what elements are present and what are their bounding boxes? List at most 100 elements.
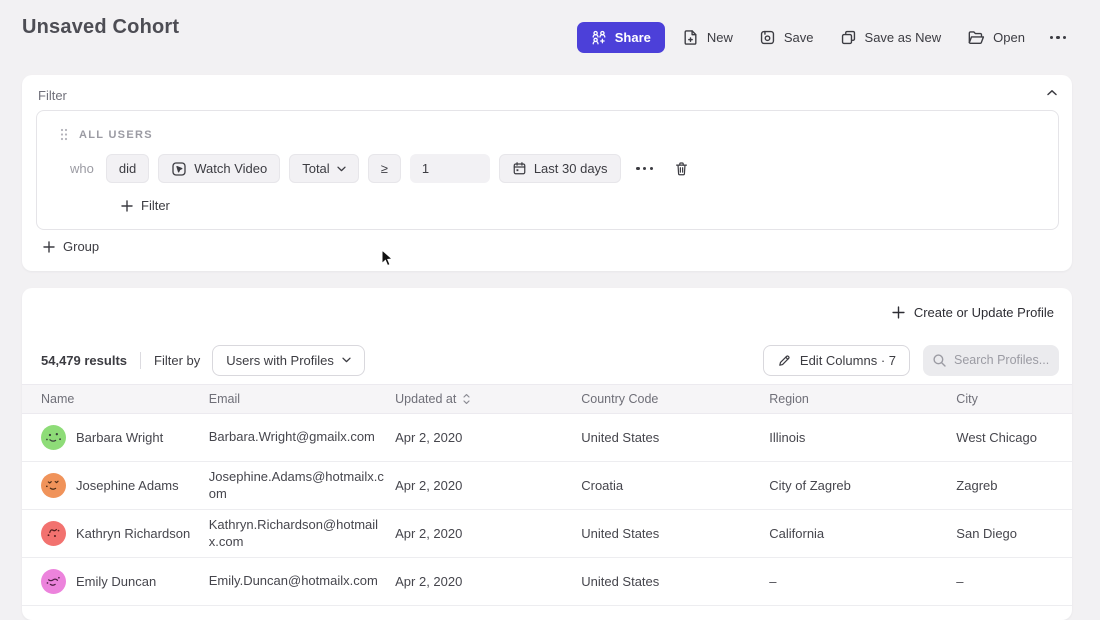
search-icon [932,353,947,368]
table-row[interactable]: Barbara Wright Barbara.Wright@gmailx.com… [22,414,1072,462]
profile-city: Zagreb [956,478,1072,493]
did-selector[interactable]: did [106,154,149,183]
edit-columns-button[interactable]: Edit Columns · 7 [763,345,910,376]
open-button[interactable]: Open [958,22,1034,53]
save-as-new-button-label: Save as New [865,30,942,45]
collapse-chevron-up-icon[interactable] [1046,89,1058,97]
profile-updated-at: Apr 2, 2020 [395,430,581,445]
plus-icon [43,241,55,253]
column-header-country-code[interactable]: Country Code [581,392,769,406]
table-row[interactable]: Emily Duncan Emily.Duncan@hotmailx.com A… [22,558,1072,606]
page-title: Unsaved Cohort [22,16,179,39]
group-header-label: ALL USERS [79,129,153,141]
profile-region: California [769,526,956,541]
date-range-selector[interactable]: Last 30 days [499,154,621,183]
operator-label: ≥ [381,161,388,176]
delete-filter-button[interactable] [669,154,694,183]
event-selector[interactable]: Watch Video [158,154,280,183]
profile-updated-at: Apr 2, 2020 [395,574,581,589]
create-or-update-profile-label: Create or Update Profile [914,305,1054,320]
column-header-name[interactable]: Name [22,392,209,406]
add-filter-label: Filter [141,198,170,213]
create-or-update-profile-button[interactable]: Create or Update Profile [892,305,1054,320]
plus-icon [892,306,905,319]
calendar-icon [512,161,527,176]
new-file-icon [682,29,699,46]
new-button-label: New [707,30,733,45]
profile-region: Illinois [769,430,956,445]
sort-icon[interactable] [462,393,471,405]
profile-country-code: United States [581,574,769,589]
did-label: did [119,161,136,176]
profile-name: Emily Duncan [76,574,156,589]
save-button-label: Save [784,30,814,45]
date-range-label: Last 30 days [534,161,608,176]
add-group-button[interactable]: Group [43,239,99,254]
more-options-button[interactable] [1042,22,1074,53]
profile-name: Kathryn Richardson [76,526,190,541]
profiles-toolbar: 54,479 results Filter by Users with Prof… [22,336,1072,384]
save-as-new-button[interactable]: Save as New [831,22,951,53]
profile-city: San Diego [956,526,1072,541]
filter-panel-title: Filter [38,88,67,103]
divider [140,352,141,369]
operator-selector[interactable]: ≥ [368,154,401,183]
save-button[interactable]: Save [750,22,823,53]
threshold-value-input[interactable] [410,154,490,183]
profile-updated-at: Apr 2, 2020 [395,478,581,493]
save-icon [759,29,776,46]
profile-email: Barbara.Wright@gmailx.com [209,429,395,446]
edit-columns-label: Edit Columns · 7 [800,353,896,368]
pencil-icon [777,353,792,368]
profile-type-dropdown[interactable]: Users with Profiles [212,345,365,376]
plus-icon [121,200,133,212]
profiles-panel: Create or Update Profile 54,479 results … [22,288,1072,620]
add-filter-button[interactable]: Filter [121,198,170,213]
duplicate-icon [840,29,857,46]
profile-city: – [956,574,1072,589]
chevron-down-icon [342,357,351,363]
profile-region: – [769,574,956,589]
column-header-region[interactable]: Region [769,392,956,406]
profile-country-code: Croatia [581,478,769,493]
share-button-label: Share [615,30,651,45]
profile-email: Josephine.Adams@hotmailx.com [209,469,395,503]
filter-panel: Filter ALL USERS who did [22,75,1072,271]
column-header-email[interactable]: Email [209,391,395,407]
aggregation-selector[interactable]: Total [289,154,358,183]
profile-email: Kathryn.Richardson@hotmailx.com [209,517,395,551]
column-header-updated-at[interactable]: Updated at [395,392,581,406]
filter-by-label: Filter by [154,353,200,368]
add-group-label: Group [63,239,99,254]
table-row[interactable]: Josephine Adams Josephine.Adams@hotmailx… [22,462,1072,510]
column-header-city[interactable]: City [956,392,1072,406]
profile-email: Emily.Duncan@hotmailx.com [209,573,395,590]
profile-updated-at: Apr 2, 2020 [395,526,581,541]
filter-row: who did Watch Video Total [70,154,1058,183]
share-button[interactable]: Share [577,22,665,53]
profile-type-label: Users with Profiles [226,353,334,368]
profile-name: Josephine Adams [76,478,179,493]
avatar [41,473,66,498]
new-button[interactable]: New [673,22,742,53]
profile-country-code: United States [581,526,769,541]
filter-more-options-button[interactable] [630,154,660,183]
avatar [41,569,66,594]
profile-city: West Chicago [956,430,1072,445]
open-button-label: Open [993,30,1025,45]
header-actions: Share New Save Save as [577,22,1074,53]
event-icon [171,161,187,177]
share-users-icon [591,30,607,45]
table-header-row: Name Email Updated at Country Code Regio… [22,384,1072,414]
event-label: Watch Video [194,161,267,176]
chevron-down-icon [337,166,346,172]
cohort-group-box: ALL USERS who did Watch Video Total [36,110,1059,230]
drag-handle-icon[interactable] [60,128,68,141]
who-label: who [70,161,94,176]
table-row[interactable]: Kathryn Richardson Kathryn.Richardson@ho… [22,510,1072,558]
folder-icon [967,29,985,46]
aggregation-label: Total [302,161,329,176]
profile-name: Barbara Wright [76,430,163,445]
results-count: 54,479 results [41,353,127,368]
profile-country-code: United States [581,430,769,445]
